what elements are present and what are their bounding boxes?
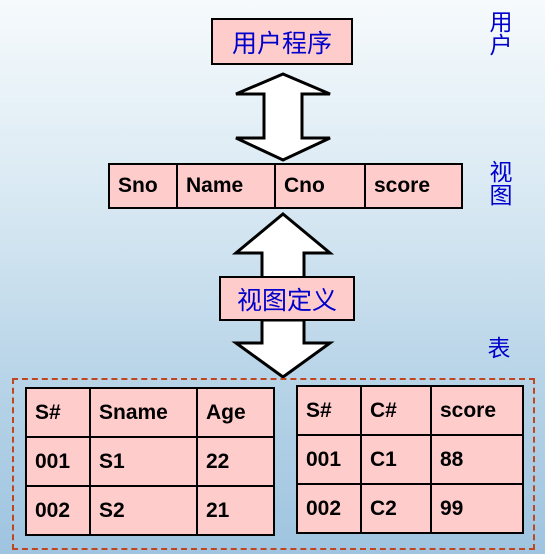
view-column-sno: Sno	[108, 163, 178, 209]
table-s-header-sname: Sname	[89, 387, 198, 438]
view-column-cno: Cno	[274, 163, 366, 209]
view-definition-box: 视图定义	[219, 276, 355, 321]
table-row: 001 S1 22	[25, 436, 275, 487]
table-cell: 99	[430, 483, 524, 534]
table-sc-header-sno: S#	[296, 385, 362, 436]
level-label-table: 表	[487, 335, 511, 361]
view-column-score: score	[364, 163, 463, 209]
view-columns-row: Sno Name Cno score	[108, 163, 463, 209]
table-s-header-age: Age	[196, 387, 275, 438]
view-definition-label: 视图定义	[236, 286, 337, 315]
level-label-user: 用户	[486, 10, 512, 56]
view-column-name: Name	[176, 163, 276, 209]
table-s-header-sno: S#	[25, 387, 91, 438]
table-row: 002 C2 99	[296, 483, 524, 534]
table-cell: 21	[196, 485, 275, 536]
table-row: S# Sname Age	[25, 387, 275, 438]
table-row: S# C# score	[296, 385, 524, 436]
down-arrow-table	[231, 318, 335, 379]
user-program-label: 用户程序	[231, 29, 332, 58]
table-sc-header-score: score	[430, 385, 524, 436]
table-cell: C2	[360, 483, 432, 534]
table-cell: 002	[296, 483, 362, 534]
table-cell: 002	[25, 485, 91, 536]
double-arrow-user-view	[235, 72, 331, 162]
table-row: 001 C1 88	[296, 434, 524, 485]
table-cell: C1	[360, 434, 432, 485]
table-s: S# Sname Age 001 S1 22 002 S2 21	[25, 387, 275, 536]
level-label-view: 视图	[486, 160, 512, 206]
table-cell: S2	[89, 485, 198, 536]
table-cell: S1	[89, 436, 198, 487]
table-cell: 001	[25, 436, 91, 487]
up-arrow-view	[231, 212, 335, 282]
table-sc: S# C# score 001 C1 88 002 C2 99	[296, 385, 524, 534]
table-cell: 88	[430, 434, 524, 485]
user-program-box: 用户程序	[211, 18, 353, 65]
table-cell: 22	[196, 436, 275, 487]
table-row: 002 S2 21	[25, 485, 275, 536]
table-sc-header-cno: C#	[360, 385, 432, 436]
table-cell: 001	[296, 434, 362, 485]
